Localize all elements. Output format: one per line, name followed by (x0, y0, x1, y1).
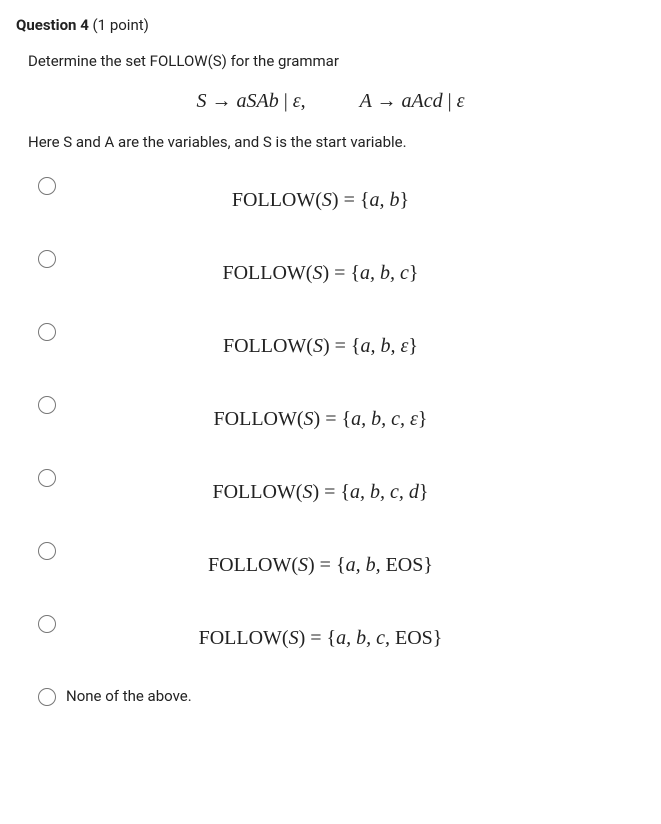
option-content: FOLLOW(S) = {a, b, c, EOS} (56, 613, 645, 650)
grammar-S-rhs: aSAb (237, 90, 279, 112)
grammar-bar-1: | (284, 90, 293, 112)
grammar-eps-2: ε (457, 90, 465, 112)
grammar-display: S → aSAb | ε, A → aAcd | ε (16, 90, 645, 113)
grammar-arrow-1: → (212, 90, 232, 112)
question-prompt: Determine the set FOLLOW(S) for the gram… (28, 52, 645, 70)
option-content: FOLLOW(S) = {a, b, c, ε} (56, 394, 645, 431)
option-row[interactable]: FOLLOW(S) = {a, b, c} (38, 248, 645, 285)
radio-icon[interactable] (38, 542, 56, 560)
grammar-note: Here S and A are the variables, and S is… (28, 133, 645, 151)
radio-icon[interactable] (38, 323, 56, 341)
grammar-bar-2: | (448, 90, 457, 112)
option-content: FOLLOW(S) = {a, b, ε} (56, 321, 645, 358)
option-none-label: None of the above. (66, 687, 192, 705)
option-row[interactable]: FOLLOW(S) = {a, b, c, d} (38, 467, 645, 504)
option-row[interactable]: FOLLOW(S) = {a, b, c, EOS} (38, 613, 645, 650)
option-row[interactable]: FOLLOW(S) = {a, b, EOS} (38, 540, 645, 577)
option-content: FOLLOW(S) = {a, b, c} (56, 248, 645, 285)
grammar-A-lhs: A (360, 90, 372, 112)
radio-icon[interactable] (38, 250, 56, 268)
radio-icon[interactable] (38, 615, 56, 633)
grammar-eps-1: ε (293, 90, 301, 112)
option-row[interactable]: FOLLOW(S) = {a, b, ε} (38, 321, 645, 358)
option-row[interactable]: FOLLOW(S) = {a, b, c, ε} (38, 394, 645, 431)
radio-icon[interactable] (38, 469, 56, 487)
option-content: FOLLOW(S) = {a, b, c, d} (56, 467, 645, 504)
option-content: FOLLOW(S) = {a, b} (56, 175, 645, 212)
option-row[interactable]: FOLLOW(S) = {a, b} (38, 175, 645, 212)
option-row[interactable]: None of the above. (38, 686, 645, 706)
radio-icon[interactable] (38, 177, 56, 195)
option-content: FOLLOW(S) = {a, b, EOS} (56, 540, 645, 577)
grammar-A-rhs: aAcd (401, 90, 442, 112)
options-group: FOLLOW(S) = {a, b} FOLLOW(S) = {a, b, c}… (16, 175, 645, 716)
question-number: Question 4 (16, 16, 89, 34)
radio-icon[interactable] (38, 688, 56, 706)
grammar-arrow-2: → (376, 90, 396, 112)
grammar-comma: , (301, 90, 306, 112)
question-header: Question 4 (1 point) (16, 16, 645, 34)
grammar-S-lhs: S (197, 90, 207, 112)
radio-icon[interactable] (38, 396, 56, 414)
question-points: (1 point) (93, 16, 149, 34)
